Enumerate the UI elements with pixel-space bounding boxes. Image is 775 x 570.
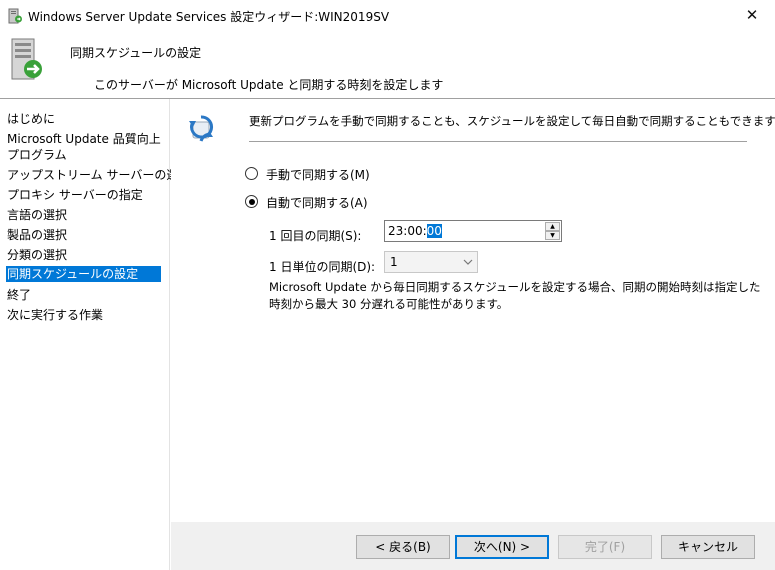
window-title: Windows Server Update Services 設定ウィザード:W… <box>28 10 390 24</box>
sidebar-item-improvement-program-cont[interactable]: プログラム <box>6 147 163 163</box>
sync-icon <box>189 115 213 142</box>
sidebar-item-next-steps[interactable]: 次に実行する作業 <box>6 307 163 323</box>
first-sync-label: 1 回目の同期(S): <box>269 229 362 243</box>
sidebar-item-classifications[interactable]: 分類の選択 <box>6 247 163 263</box>
page-title: 同期スケジュールの設定 <box>70 46 202 60</box>
sidebar-item-upstream-server[interactable]: アップストリーム サーバーの選択 <box>6 167 190 183</box>
close-button[interactable]: ✕ <box>729 0 775 31</box>
manual-sync-label[interactable]: 手動で同期する(M) <box>266 166 370 183</box>
back-button[interactable]: < 戻る(B) <box>356 535 450 559</box>
auto-sync-radio[interactable] <box>245 195 258 208</box>
wsus-window-icon <box>8 8 22 24</box>
page-subtitle: このサーバーが Microsoft Update と同期する時刻を設定します <box>94 78 444 92</box>
intro-text: 更新プログラムを手動で同期することも、スケジュールを設定して毎日自動で同期するこ… <box>249 114 775 128</box>
spin-down-button[interactable]: ▼ <box>545 231 560 240</box>
cancel-button[interactable]: キャンセル <box>661 535 755 559</box>
chevron-down-icon <box>463 259 473 265</box>
first-sync-time-sec: 00 <box>426 224 442 238</box>
spin-up-button[interactable]: ▲ <box>545 222 560 231</box>
sidebar-item-languages[interactable]: 言語の選択 <box>6 207 163 223</box>
content-divider <box>249 141 747 142</box>
wizard-header: 同期スケジュールの設定 このサーバーが Microsoft Update と同期… <box>0 31 775 98</box>
daily-sync-value: 1 <box>390 255 398 269</box>
schedule-note: Microsoft Update から毎日同期するスケジュールを設定する場合、同… <box>269 280 761 311</box>
daily-sync-label: 1 日単位の同期(D): <box>269 260 376 274</box>
first-sync-time-input[interactable]: 23:00:00 ▲ ▼ <box>384 220 562 242</box>
title-bar: Windows Server Update Services 設定ウィザード:W… <box>0 0 775 31</box>
sidebar-item-improvement-program[interactable]: Microsoft Update 品質向上 <box>6 131 163 147</box>
next-button[interactable]: 次へ(N) > <box>455 535 549 559</box>
close-icon: ✕ <box>745 6 759 24</box>
auto-sync-label[interactable]: 自動で同期する(A) <box>266 194 368 211</box>
finish-button[interactable]: 完了(F) <box>558 535 652 559</box>
sidebar-item-sync-schedule[interactable]: 同期スケジュールの設定 <box>6 266 161 282</box>
sidebar-item-products[interactable]: 製品の選択 <box>6 227 163 243</box>
server-sync-icon <box>11 38 42 80</box>
manual-sync-radio[interactable] <box>245 167 258 180</box>
daily-sync-dropdown[interactable]: 1 <box>384 251 478 273</box>
sidebar-item-start[interactable]: はじめに <box>6 111 163 127</box>
sidebar-item-finish[interactable]: 終了 <box>6 287 163 303</box>
time-spinner[interactable]: ▲ ▼ <box>545 222 561 240</box>
sidebar-item-proxy-server[interactable]: プロキシ サーバーの指定 <box>6 187 163 203</box>
first-sync-time-hm: 23:00: <box>388 224 427 238</box>
